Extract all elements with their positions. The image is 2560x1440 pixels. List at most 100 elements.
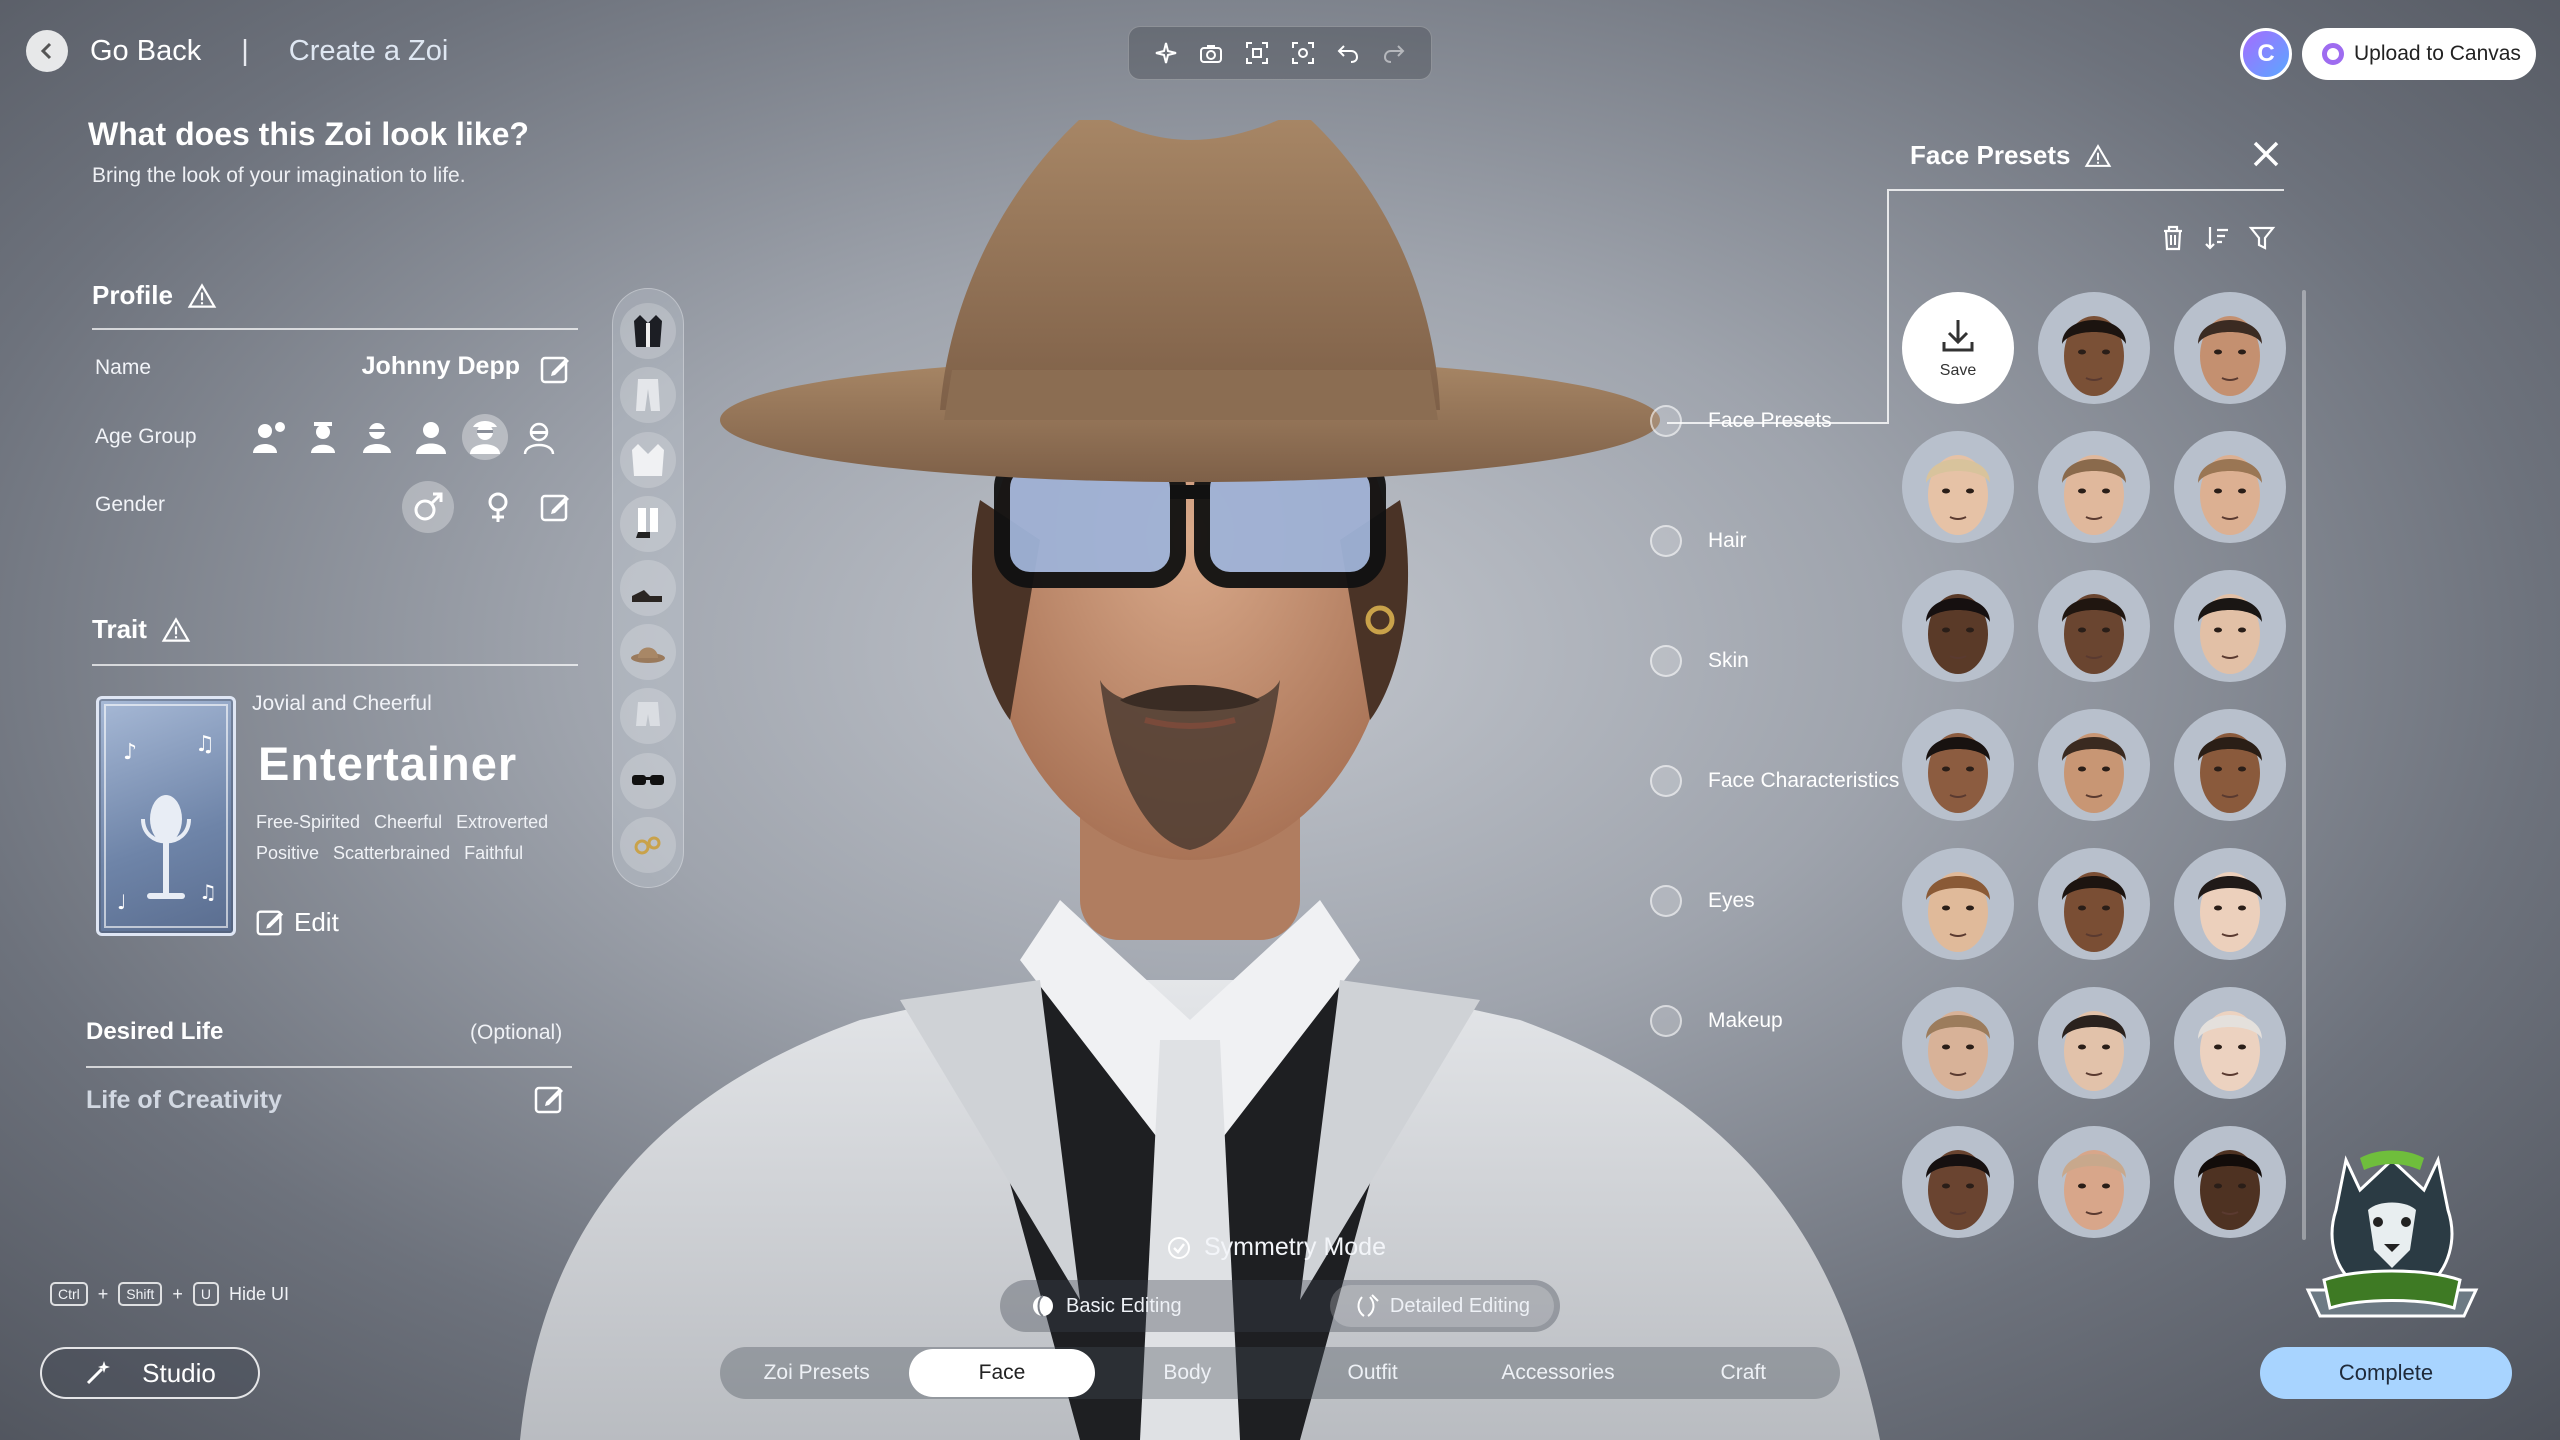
category-hair[interactable]: Hair [1650,525,1747,557]
hide-ui-hint: Ctrl + Shift + U Hide UI [50,1282,289,1306]
young-adult-icon[interactable] [408,414,454,460]
face-preset-thumbnail[interactable] [2174,987,2286,1099]
face-preset-thumbnail[interactable] [2038,987,2150,1099]
camera-icon[interactable] [1195,37,1227,69]
pants-outfit-icon[interactable] [620,367,676,424]
warning-icon[interactable] [2084,142,2112,170]
frame-icon[interactable] [1241,37,1273,69]
close-icon[interactable] [2246,134,2286,174]
face-preset-thumbnail[interactable] [2174,570,2286,682]
elder-icon[interactable] [516,414,562,460]
tab-outfit[interactable]: Outfit [1280,1349,1465,1397]
warning-icon[interactable] [161,615,191,645]
page-subtitle: Bring the look of your imagination to li… [92,164,466,187]
face-preset-thumbnail[interactable] [1902,848,2014,960]
editing-mode-toggle: Basic Editing Detailed Editing [1000,1280,1560,1332]
trait-edit-button[interactable]: Edit [254,906,339,938]
profile-divider [92,328,578,330]
face-portrait-icon [1902,848,2014,960]
face-preset-thumbnail[interactable] [2038,431,2150,543]
face-portrait-icon [2174,431,2286,543]
back-arrow-icon[interactable] [26,30,68,72]
tab-body[interactable]: Body [1095,1349,1280,1397]
face-preset-thumbnail[interactable] [2038,848,2150,960]
wolfie-watermark-logo [2305,1150,2479,1318]
upload-to-canvas-button[interactable]: Upload to Canvas [2302,28,2536,80]
trait-tag: Faithful [464,843,524,863]
hat-outfit-icon[interactable] [620,624,676,681]
save-preset-button[interactable]: Save [1902,292,2014,404]
trait-tags: Free-Spirited Cheerful Extroverted Posit… [256,812,576,864]
complete-button[interactable]: Complete [2260,1347,2512,1399]
category-eyes[interactable]: Eyes [1650,885,1755,917]
shorts-outfit-icon[interactable] [620,688,676,745]
socks-outfit-icon[interactable] [620,495,676,552]
category-label: Eyes [1708,889,1755,912]
vest-outfit-icon[interactable] [620,303,676,360]
face-preset-thumbnail[interactable] [2038,1126,2150,1238]
basic-editing-button[interactable]: Basic Editing [1006,1285,1206,1327]
edit-gender-icon[interactable] [538,490,572,524]
svg-text:♩: ♩ [117,890,126,914]
detailed-editing-button[interactable]: Detailed Editing [1329,1285,1554,1327]
trait-card-image[interactable]: ♪ ♫ ♩ ♫ [96,696,236,936]
face-portrait-icon [2038,570,2150,682]
edit-name-icon[interactable] [538,352,572,386]
face-preset-thumbnail[interactable] [1902,570,2014,682]
male-icon[interactable] [402,481,454,533]
jacket-outfit-icon[interactable] [620,431,676,488]
face-preset-thumbnail[interactable] [2174,1126,2286,1238]
child-icon[interactable] [300,414,346,460]
glasses-outfit-icon[interactable] [620,752,676,809]
filter-icon[interactable] [2248,224,2276,252]
undo-icon[interactable] [1332,37,1364,69]
focus-icon[interactable] [1287,37,1319,69]
category-dot [1650,1005,1682,1037]
tab-craft[interactable]: Craft [1651,1349,1836,1397]
face-preset-thumbnail[interactable] [1902,709,2014,821]
face-preset-thumbnail[interactable] [1902,1126,2014,1238]
svg-text:♫: ♫ [195,732,215,757]
face-presets-tools [2160,224,2276,252]
face-preset-thumbnail[interactable] [2174,848,2286,960]
face-preset-thumbnail[interactable] [1902,431,2014,543]
face-preset-thumbnail[interactable] [2038,570,2150,682]
category-dot [1650,765,1682,797]
face-portrait-icon [2038,292,2150,404]
face-portrait-icon [1902,1126,2014,1238]
detail-face-icon [1357,1294,1379,1317]
face-preset-thumbnail[interactable] [2174,431,2286,543]
face-presets-scrollbar[interactable] [2302,290,2306,1240]
adult-icon[interactable] [462,414,508,460]
teen-icon[interactable] [354,414,400,460]
tab-accessories[interactable]: Accessories [1465,1349,1650,1397]
sparkle-icon[interactable] [1150,37,1182,69]
outfit-quick-strip [612,288,684,888]
category-face-presets[interactable]: Face Presets [1650,405,1832,437]
category-skin[interactable]: Skin [1650,645,1749,677]
face-preset-thumbnail[interactable] [2174,292,2286,404]
shoes-outfit-icon[interactable] [620,559,676,616]
infant-icon[interactable] [246,414,292,460]
earring-outfit-icon[interactable] [620,816,676,873]
female-icon[interactable] [472,481,524,533]
trait-tag: Free-Spirited [256,812,361,832]
face-preset-thumbnail[interactable] [2038,709,2150,821]
trash-icon[interactable] [2160,224,2186,252]
go-back-button[interactable]: Go Back [90,35,201,68]
face-preset-thumbnail[interactable] [2174,709,2286,821]
gender-label: Gender [95,493,166,516]
category-makeup[interactable]: Makeup [1650,1005,1783,1037]
tab-zoi-presets[interactable]: Zoi Presets [724,1349,909,1397]
edit-desired-life-icon[interactable] [532,1082,566,1116]
warning-icon[interactable] [187,281,217,311]
face-preset-thumbnail[interactable] [1902,987,2014,1099]
tab-face[interactable]: Face [909,1349,1095,1397]
studio-button[interactable]: Studio [40,1347,260,1399]
symmetry-mode-toggle[interactable]: Symmetry Mode [1166,1233,1386,1262]
category-face-characteristics[interactable]: Face Characteristics [1650,765,1899,797]
sort-icon[interactable] [2204,224,2230,252]
account-avatar[interactable]: C [2240,28,2292,80]
face-preset-thumbnail[interactable] [2038,292,2150,404]
category-label: Hair [1708,529,1747,552]
